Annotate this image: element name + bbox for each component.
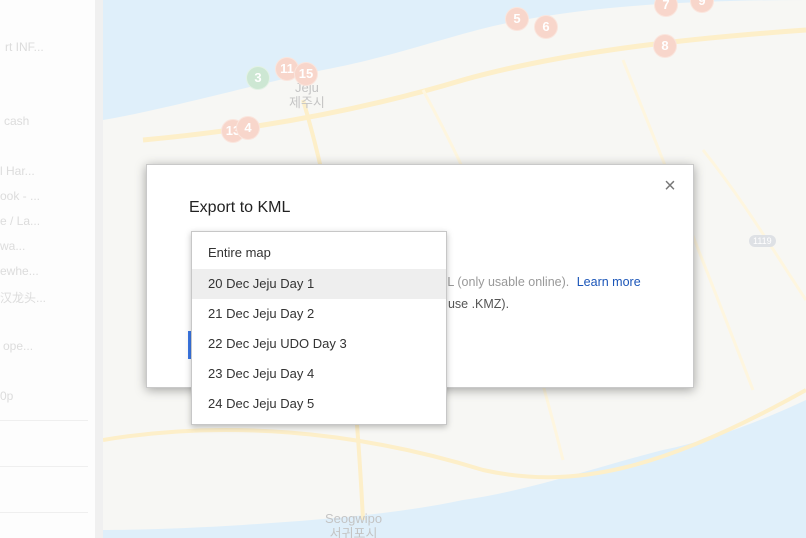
menu-option-day-3[interactable]: 22 Dec Jeju UDO Day 3 [192,329,446,359]
menu-option-day-2[interactable]: 21 Dec Jeju Day 2 [192,299,446,329]
dialog-description: ML (only usable online). Learn more [437,275,641,289]
layer-select-menu[interactable]: Entire map 20 Dec Jeju Day 1 21 Dec Jeju… [191,231,447,425]
menu-option-day-4[interactable]: 23 Dec Jeju Day 4 [192,359,446,389]
close-icon[interactable]: × [661,176,679,196]
dialog-description-2: , use .KMZ). [441,297,510,311]
menu-option-day-1[interactable]: 20 Dec Jeju Day 1 [192,269,446,299]
menu-option-entire-map[interactable]: Entire map [192,238,446,268]
description-text: ML (only usable online). [437,275,570,289]
dialog-title: Export to KML [189,199,291,216]
menu-option-day-5[interactable]: 24 Dec Jeju Day 5 [192,389,446,419]
learn-more-link[interactable]: Learn more [577,275,641,289]
